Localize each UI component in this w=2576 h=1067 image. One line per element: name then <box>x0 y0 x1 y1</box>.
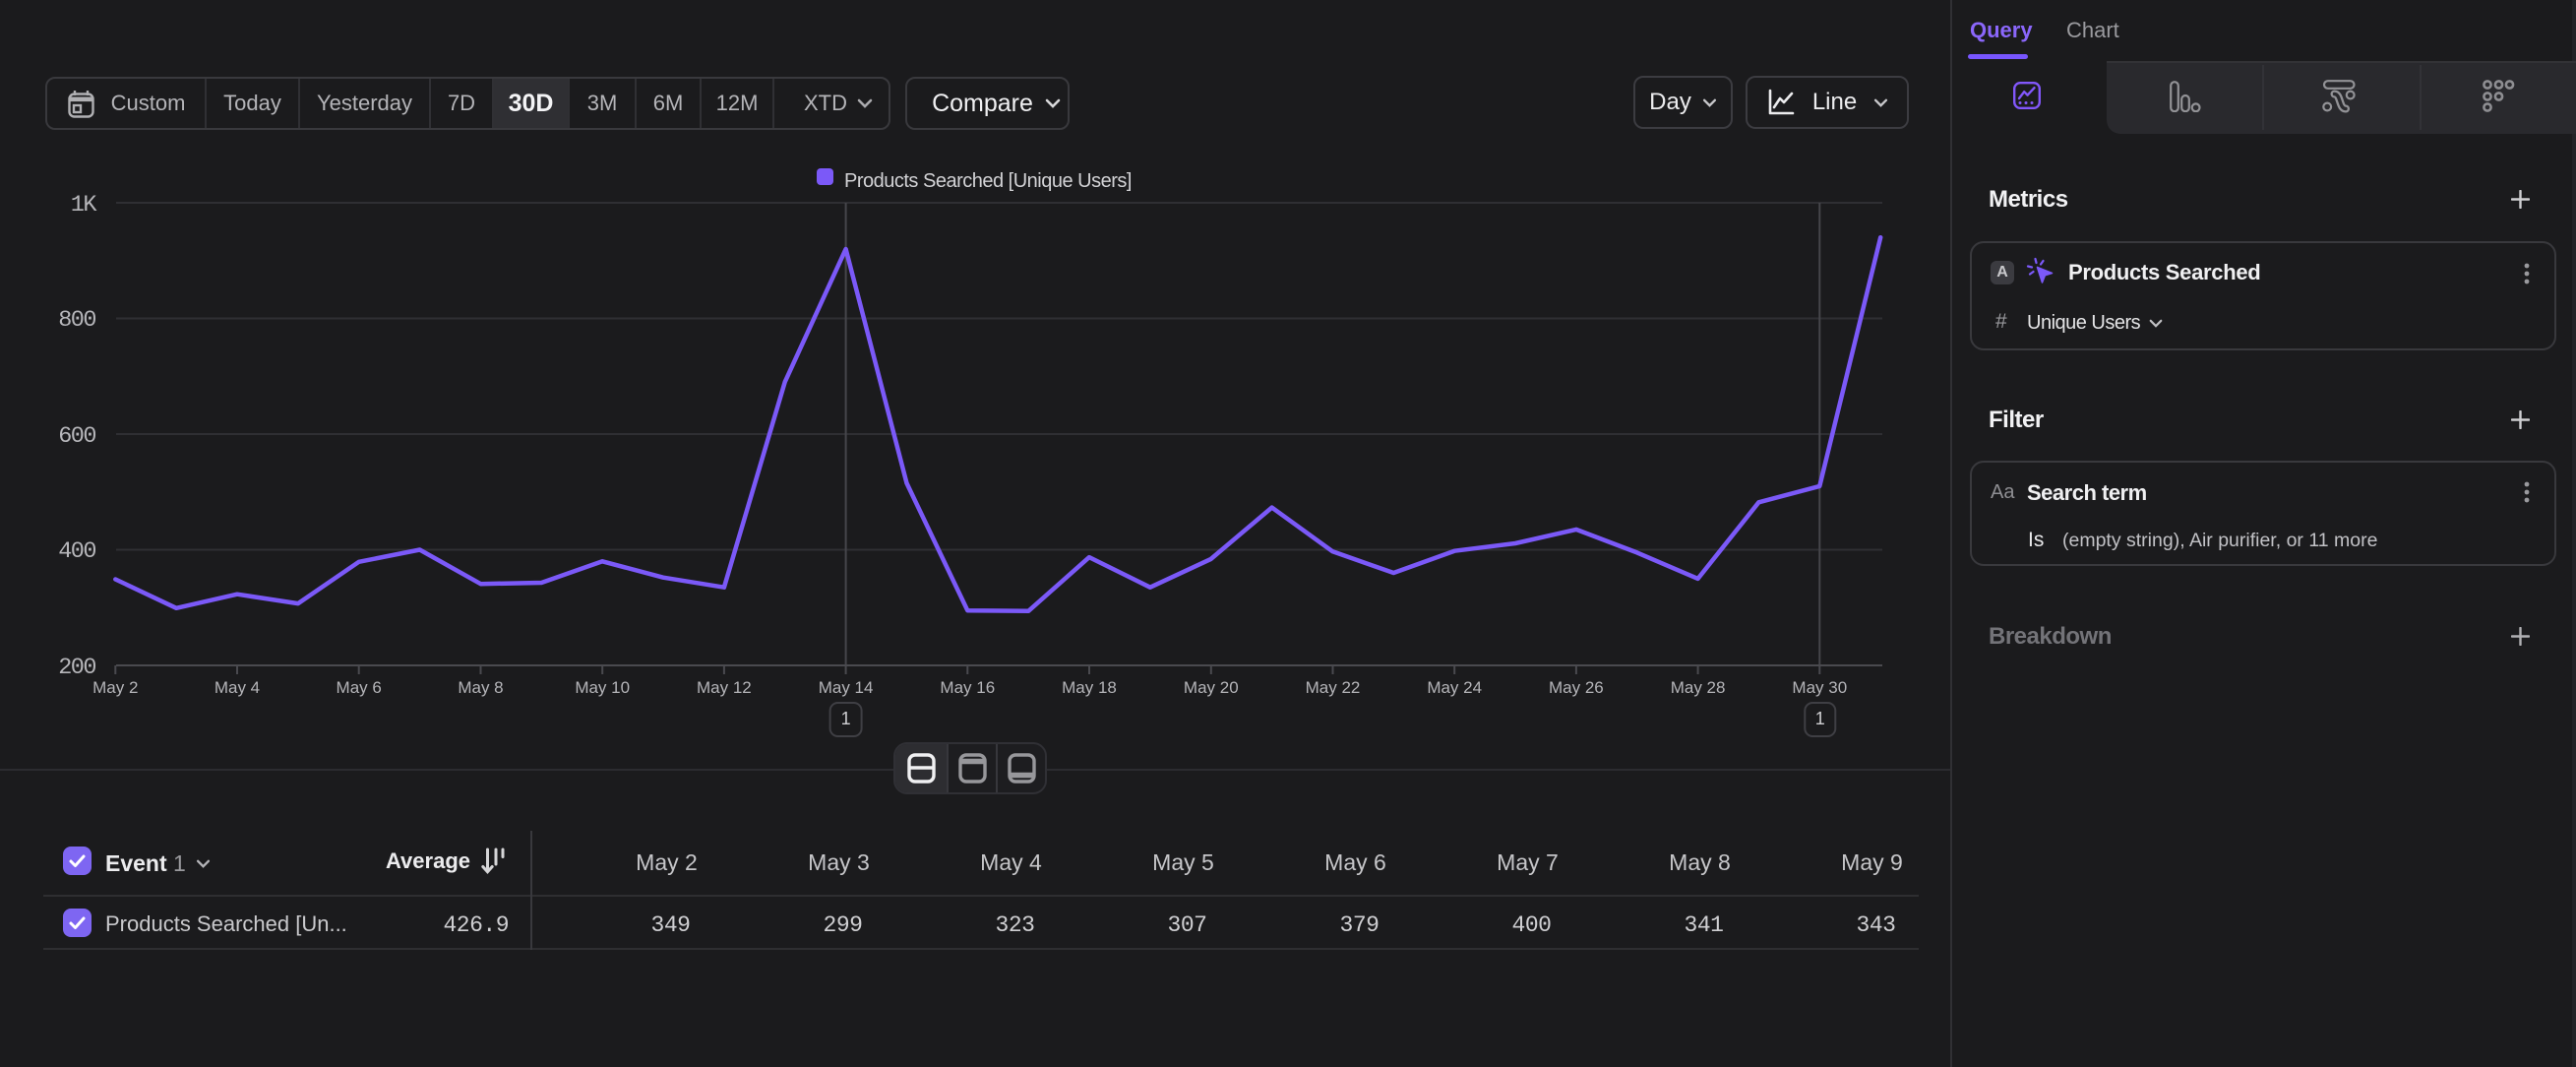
svg-text:May 22: May 22 <box>1306 678 1361 697</box>
svg-text:May 16: May 16 <box>940 678 995 697</box>
svg-text:May 2: May 2 <box>92 678 138 697</box>
svg-text:May 28: May 28 <box>1671 678 1726 697</box>
svg-text:May 20: May 20 <box>1184 678 1239 697</box>
svg-text:May 12: May 12 <box>697 678 752 697</box>
svg-text:May 18: May 18 <box>1062 678 1117 697</box>
svg-text:200: 200 <box>58 655 95 681</box>
svg-text:800: 800 <box>58 307 95 334</box>
svg-text:May 14: May 14 <box>819 678 874 697</box>
svg-text:1: 1 <box>841 709 851 728</box>
svg-text:400: 400 <box>58 538 95 565</box>
svg-text:May 4: May 4 <box>215 678 260 697</box>
svg-text:1K: 1K <box>71 192 98 219</box>
svg-text:May 10: May 10 <box>575 678 630 697</box>
svg-text:May 26: May 26 <box>1549 678 1604 697</box>
svg-text:May 6: May 6 <box>337 678 382 697</box>
svg-text:Products Searched [Unique User: Products Searched [Unique Users] <box>844 170 1132 192</box>
svg-text:600: 600 <box>58 423 95 450</box>
svg-text:May 8: May 8 <box>458 678 503 697</box>
svg-text:May 30: May 30 <box>1792 678 1847 697</box>
svg-text:May 24: May 24 <box>1427 678 1482 697</box>
svg-text:1: 1 <box>1815 709 1825 728</box>
